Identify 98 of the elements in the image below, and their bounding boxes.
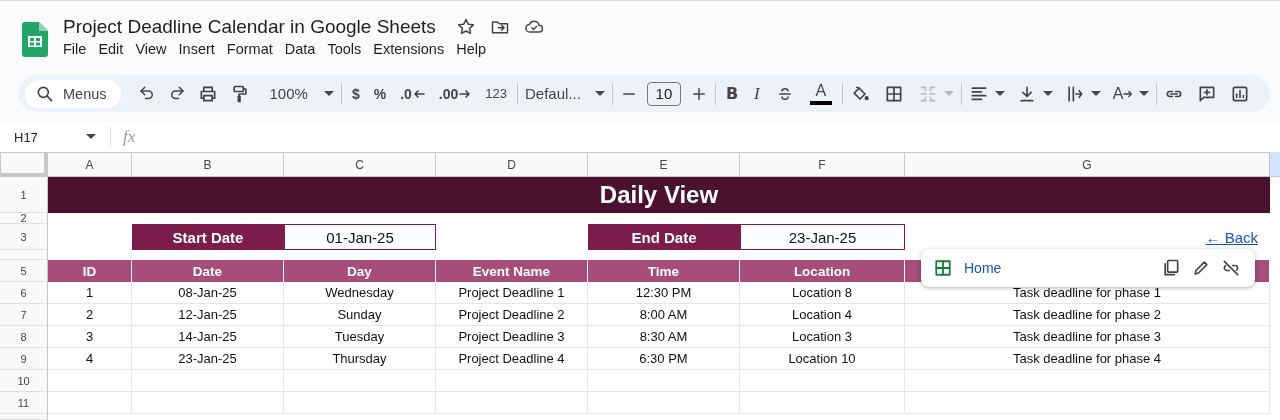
- table-cell: Project Deadline 1: [436, 282, 588, 304]
- column-header[interactable]: G: [905, 152, 1270, 177]
- star-icon[interactable]: [455, 17, 476, 37]
- table-cell: Project Deadline 3: [436, 326, 588, 348]
- start-date-label: Start Date: [132, 224, 284, 250]
- back-link[interactable]: ← Back: [1205, 228, 1258, 246]
- row-number[interactable]: 10: [0, 370, 48, 392]
- table-cell: 2: [48, 304, 132, 326]
- table-cell: Task deadline for phase 4: [905, 348, 1270, 370]
- table-cell: 23-Jan-25: [132, 348, 284, 370]
- menu-item[interactable]: File: [57, 41, 93, 57]
- column-header[interactable]: C: [284, 152, 436, 177]
- table-cell: Project Deadline 4: [436, 348, 588, 370]
- row-number[interactable]: 8: [0, 326, 48, 348]
- zoom-select[interactable]: 100%: [269, 85, 334, 102]
- column-header[interactable]: E: [588, 152, 740, 177]
- row-number[interactable]: 2: [0, 213, 48, 224]
- sheets-logo-icon[interactable]: [22, 22, 48, 57]
- caret-icon[interactable]: [594, 90, 605, 97]
- column-title: ID: [48, 260, 132, 282]
- font-size-field[interactable]: 10: [646, 81, 681, 106]
- table-icon: [934, 259, 952, 277]
- table-cell: 3: [48, 326, 132, 348]
- caret-icon[interactable]: [1042, 90, 1053, 97]
- menus-search-button[interactable]: Menus: [25, 79, 121, 108]
- end-date-label: End Date: [588, 224, 740, 250]
- number-format-button[interactable]: 123: [485, 86, 507, 101]
- italic-button[interactable]: I: [754, 83, 760, 104]
- table-cell: 6:30 PM: [588, 348, 740, 370]
- number-format-button[interactable]: .0: [400, 85, 425, 102]
- row-number[interactable]: 11: [0, 392, 48, 414]
- document-title[interactable]: Project Deadline Calendar in Google Sheets: [63, 16, 436, 38]
- formula-label: fx: [123, 127, 136, 147]
- column-title: Date: [132, 260, 284, 282]
- column-title: Time: [588, 260, 740, 282]
- number-format-button[interactable]: %: [373, 85, 387, 102]
- unlink-icon[interactable]: [1221, 258, 1241, 278]
- table-cell: 8:00 AM: [588, 304, 740, 326]
- table-cell: Wednesday: [284, 282, 436, 304]
- table-cell: 4: [48, 348, 132, 370]
- end-date-cell: 23-Jan-25: [740, 224, 905, 250]
- table-cell: 8:30 AM: [588, 326, 740, 348]
- row-number[interactable]: 9: [0, 348, 48, 370]
- title-banner: Daily View: [48, 177, 1270, 213]
- font-select[interactable]: Defaul...: [525, 85, 605, 102]
- table-cell: Project Deadline 2: [436, 304, 588, 326]
- number-format-button[interactable]: .00: [438, 85, 472, 102]
- arrow-right-icon[interactable]: [459, 89, 472, 98]
- copy-icon[interactable]: [1161, 258, 1181, 278]
- text-color-button[interactable]: A: [809, 82, 832, 105]
- caret-icon[interactable]: [994, 90, 1005, 97]
- table-cell: Tuesday: [284, 326, 436, 348]
- home-link[interactable]: Home: [964, 260, 1002, 276]
- name-box[interactable]: H17: [14, 129, 38, 145]
- row-number[interactable]: 7: [0, 304, 48, 326]
- table-cell: 1: [48, 282, 132, 304]
- table-cell: Sunday: [284, 304, 436, 326]
- table-cell: Location 4: [740, 304, 905, 326]
- table-cell: Location 8: [740, 282, 905, 304]
- column-title: Day: [284, 260, 436, 282]
- table-cell: Location 10: [740, 348, 905, 370]
- caret-icon[interactable]: [1139, 90, 1150, 97]
- row-number[interactable]: 6: [0, 282, 48, 304]
- pencil-icon[interactable]: [1191, 258, 1211, 278]
- table-cell: Task deadline for phase 3: [905, 326, 1270, 348]
- menu-item[interactable]: Insert: [172, 41, 221, 57]
- table-cell: 08-Jan-25: [132, 282, 284, 304]
- column-header[interactable]: D: [436, 152, 588, 177]
- table-cell: Thursday: [284, 348, 436, 370]
- start-date-cell: 01-Jan-25: [284, 224, 436, 250]
- number-format-button[interactable]: $: [351, 85, 360, 102]
- arrow-right-icon[interactable]: [1123, 89, 1134, 98]
- text-rotation-button[interactable]: A: [1112, 84, 1134, 103]
- row-number[interactable]: 3: [0, 224, 48, 250]
- bold-button[interactable]: B: [725, 84, 739, 103]
- menu-item[interactable]: Data: [278, 41, 322, 57]
- column-header[interactable]: B: [132, 152, 284, 177]
- caret-icon[interactable]: [86, 134, 96, 140]
- table-cell: 12:30 PM: [588, 282, 740, 304]
- menu-item[interactable]: Extensions: [367, 41, 451, 57]
- menu-item[interactable]: Edit: [92, 41, 130, 57]
- menu-item[interactable]: View: [129, 41, 173, 57]
- table-cell: 12-Jan-25: [132, 304, 284, 326]
- table-cell: Location 3: [740, 326, 905, 348]
- menu-item[interactable]: Help: [450, 41, 492, 57]
- menu-item[interactable]: Format: [220, 41, 279, 57]
- caret-icon[interactable]: [1090, 90, 1101, 97]
- column-title: Location: [740, 260, 905, 282]
- column-title: Event Name: [436, 260, 588, 282]
- table-cell: 14-Jan-25: [132, 326, 284, 348]
- caret-icon[interactable]: [323, 90, 334, 97]
- column-header[interactable]: A: [48, 152, 132, 177]
- arrow-left-icon[interactable]: [412, 89, 425, 98]
- row-number[interactable]: 1: [0, 177, 48, 213]
- table-cell: Task deadline for phase 2: [905, 304, 1270, 326]
- row-number[interactable]: 5: [0, 260, 48, 282]
- menu-item[interactable]: Tools: [321, 41, 368, 57]
- column-header[interactable]: F: [740, 152, 905, 177]
